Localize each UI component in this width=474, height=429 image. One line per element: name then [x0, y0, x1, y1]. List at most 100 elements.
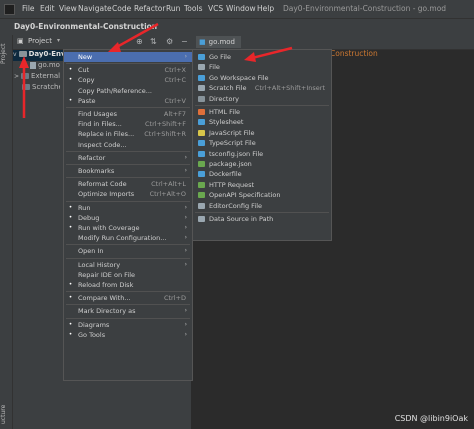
new-submenu-item[interactable]: Dockerfile	[193, 169, 331, 179]
context-menu-item[interactable]: • Run with Coverage ›	[64, 223, 192, 233]
new-submenu-item[interactable]: Data Source in Path	[193, 214, 331, 224]
menu-item-label: Go Workspace File	[209, 73, 269, 82]
gear-icon[interactable]: ⚙	[166, 37, 173, 46]
context-menu-item[interactable]: Repair IDE on File	[64, 270, 192, 280]
tree-item-external[interactable]: > External	[14, 72, 60, 83]
go-file-icon: ■	[199, 38, 206, 46]
new-submenu-item[interactable]: Directory	[193, 94, 331, 104]
new-submenu-item[interactable]: tsconfig.json File	[193, 149, 331, 159]
context-menu-item[interactable]: Inspect Code...	[64, 140, 192, 150]
new-submenu-item[interactable]: OpenAPI Specification	[193, 190, 331, 200]
context-menu-item[interactable]: Local History ›	[64, 260, 192, 270]
menu-item-shortcut: Alt+F7	[163, 110, 186, 118]
context-menu-item[interactable]: Find in Files... Ctrl+Shift+F	[64, 119, 192, 129]
menu-item-label: JavaScript File	[209, 128, 255, 137]
collapse-all-icon[interactable]: ⇅	[150, 37, 157, 46]
new-submenu-item[interactable]: Stylesheet	[193, 117, 331, 127]
new-submenu-item[interactable]: Go File	[193, 52, 331, 62]
menu-separator	[66, 150, 190, 152]
context-menu-item[interactable]: Replace in Files... Ctrl+Shift+R	[64, 129, 192, 139]
menu-separator	[66, 257, 190, 259]
context-menu-item[interactable]: • Run ›	[64, 203, 192, 213]
context-menu-item[interactable]: Open In ›	[64, 246, 192, 256]
new-submenu-item[interactable]: HTTP Request	[193, 180, 331, 190]
context-menu-item[interactable]: Find Usages Alt+F7	[64, 109, 192, 119]
menu-tools[interactable]: Tools	[184, 4, 202, 13]
menu-view[interactable]: View	[59, 4, 77, 13]
tree-item-gomod[interactable]: go.mo	[30, 61, 60, 72]
context-menu-item[interactable]: • Reload from Disk	[64, 280, 192, 290]
chevron-right-icon[interactable]: >	[14, 73, 19, 80]
context-menu-item[interactable]: Optimize Imports Ctrl+Alt+O	[64, 189, 192, 199]
menu-refactor[interactable]: Refactor	[134, 4, 165, 13]
chevron-down-icon[interactable]: v	[13, 51, 17, 58]
context-menu-item[interactable]: Bookmarks ›	[64, 166, 192, 176]
menu-separator	[66, 244, 190, 246]
tab-gomod[interactable]: ■ go.mod	[196, 36, 241, 48]
menu-edit[interactable]: Edit	[40, 4, 55, 13]
chevron-right-icon: ›	[184, 153, 187, 161]
locate-icon[interactable]: ⊕	[136, 37, 143, 46]
folder-icon	[18, 51, 27, 57]
project-panel-header: ▣ Project ▾	[13, 35, 191, 50]
context-menu-item[interactable]: Mark Directory as ›	[64, 306, 192, 316]
context-menu-item[interactable]: • Debug ›	[64, 213, 192, 223]
tree-root[interactable]: v Day0-Envi	[13, 50, 65, 61]
html-icon	[198, 109, 205, 115]
menu-item-label: Data Source in Path	[209, 215, 274, 223]
menu-separator	[66, 304, 190, 306]
chevron-down-icon[interactable]: ▾	[57, 37, 60, 44]
coverage-icon: •	[68, 224, 73, 231]
context-menu-item[interactable]: • Go Tools ›	[64, 330, 192, 340]
chevron-right-icon: ›	[184, 247, 187, 255]
menu-item-label: Find Usages	[78, 110, 118, 118]
new-submenu-item[interactable]: Go Workspace File	[193, 73, 331, 83]
new-submenu-item[interactable]: EditorConfig File	[193, 201, 331, 211]
context-menu-item[interactable]: • Paste Ctrl+V	[64, 96, 192, 106]
menu-file[interactable]: File	[22, 4, 35, 13]
menu-item-label: TypeScript File	[209, 139, 256, 148]
menu-item-label: Run with Coverage	[78, 224, 140, 232]
menu-item-shortcut: Ctrl+Alt+L	[151, 180, 186, 189]
menu-separator	[66, 63, 190, 65]
menu-item-shortcut: Ctrl+V	[164, 96, 186, 105]
menu-item-label: Copy Path/Reference...	[78, 86, 152, 95]
breadcrumb-project[interactable]: Day0-Environmental-Construction	[14, 22, 157, 31]
new-submenu-item[interactable]: package.json	[193, 159, 331, 169]
menu-navigate[interactable]: Navigate	[78, 4, 112, 13]
new-submenu-item[interactable]: Scratch File Ctrl+Alt+Shift+Insert	[193, 83, 331, 93]
project-view-icon[interactable]: ▣	[17, 37, 24, 45]
menu-item-label: Scratch File	[209, 84, 247, 93]
structure-tool-tab[interactable]: ucture	[0, 401, 12, 427]
context-menu-item[interactable]: • Compare With... Ctrl+D	[64, 293, 192, 303]
menu-separator	[66, 107, 190, 108]
context-menu-item[interactable]: • Copy Ctrl+C	[64, 75, 192, 85]
new-submenu-item[interactable]: File	[193, 62, 331, 72]
editorconfig-icon	[198, 202, 205, 209]
context-menu-item[interactable]: Refactor ›	[64, 153, 192, 163]
context-menu-item[interactable]: • Cut Ctrl+X	[64, 65, 192, 75]
tree-item-scratches[interactable]: Scratche	[22, 83, 60, 94]
project-panel-title[interactable]: Project	[28, 37, 52, 45]
datasource-icon	[198, 216, 205, 222]
menu-vcs[interactable]: VCS	[208, 4, 223, 13]
menu-window[interactable]: Window	[226, 4, 256, 13]
js-icon	[198, 129, 205, 136]
context-menu-item[interactable]: New ›	[64, 52, 192, 62]
context-menu-item[interactable]: Copy Path/Reference...	[64, 86, 192, 96]
menu-item-label: New	[78, 53, 93, 61]
menu-run[interactable]: Run	[166, 4, 180, 13]
context-menu-item[interactable]: • Diagrams ›	[64, 320, 192, 330]
context-menu-item[interactable]: Reformat Code Ctrl+Alt+L	[64, 179, 192, 189]
left-tool-strip: Project ucture	[0, 35, 13, 429]
menu-code[interactable]: Code	[112, 4, 131, 13]
hide-icon[interactable]: −	[181, 37, 188, 46]
menu-item-label: tsconfig.json File	[209, 149, 264, 158]
menu-item-label: Paste	[78, 96, 96, 105]
context-menu-item[interactable]: Modify Run Configuration... ›	[64, 233, 192, 243]
new-submenu-item[interactable]: HTML File	[193, 107, 331, 117]
menu-help[interactable]: Help	[257, 4, 274, 13]
new-submenu-item[interactable]: JavaScript File	[193, 128, 331, 138]
new-submenu-item[interactable]: TypeScript File	[193, 138, 331, 148]
project-tool-tab[interactable]: Project	[0, 39, 12, 69]
